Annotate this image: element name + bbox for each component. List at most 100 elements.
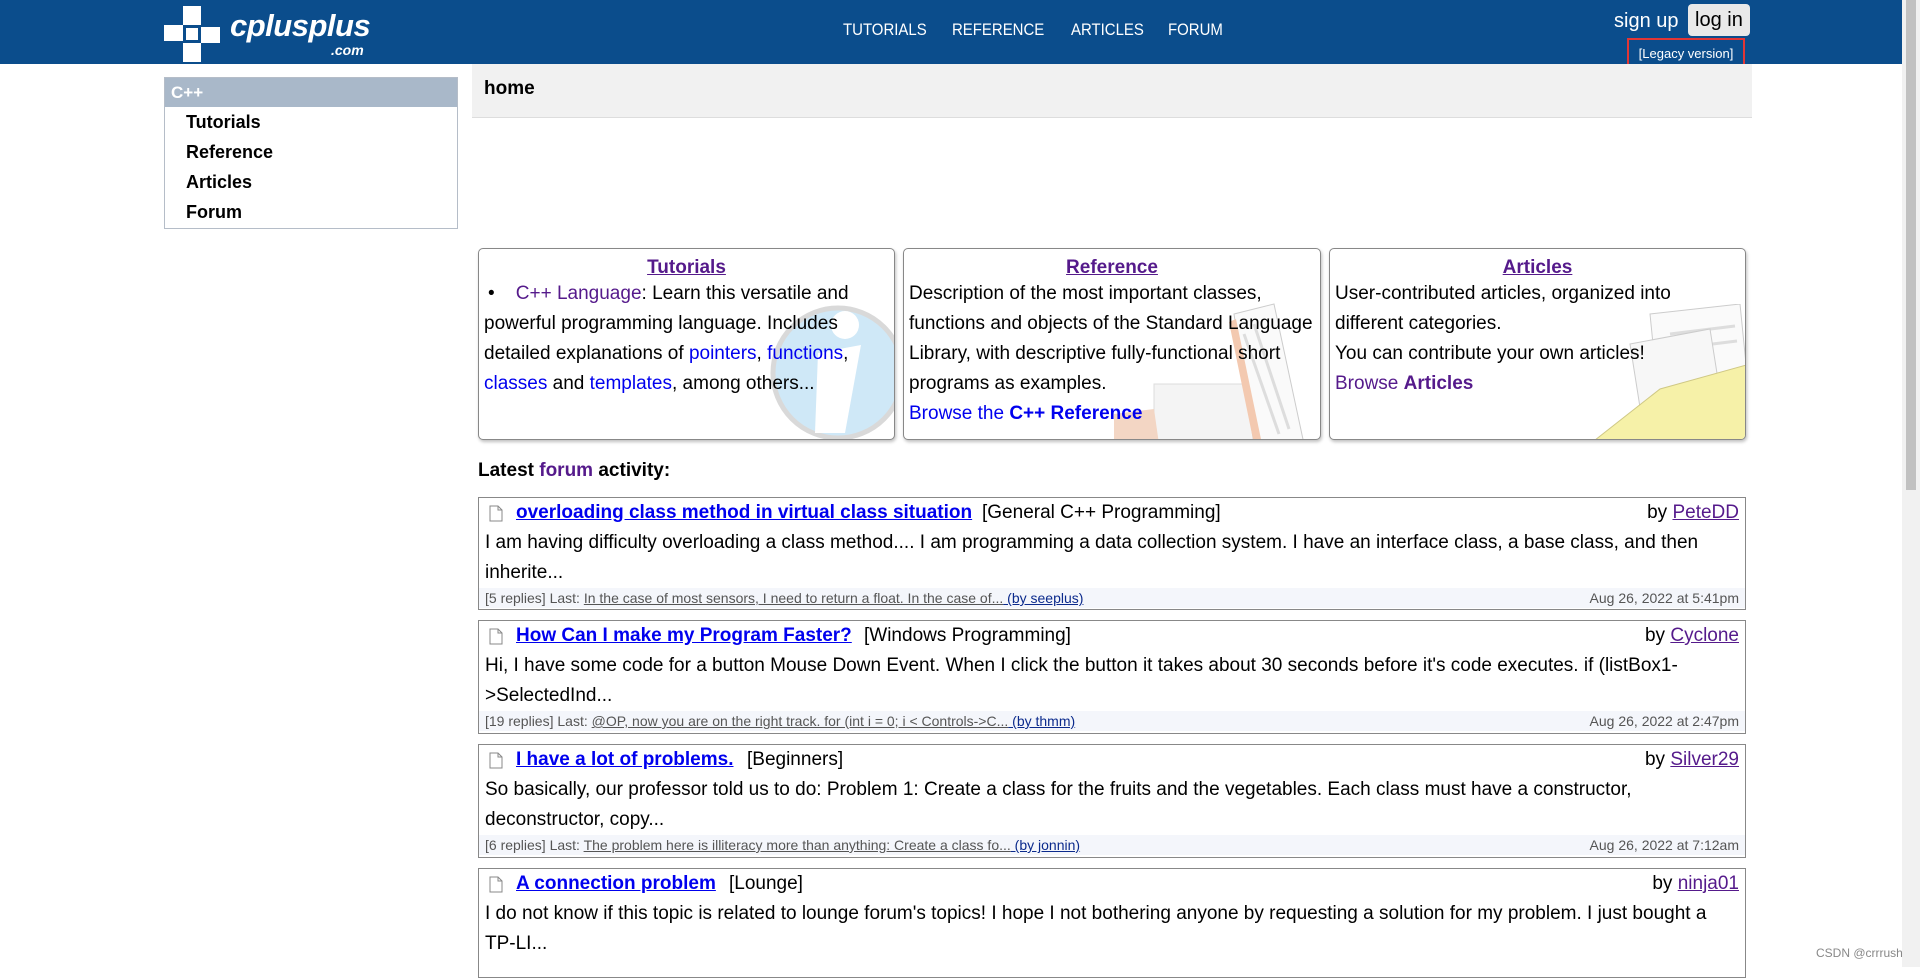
forum-post: overloading class method in virtual clas… bbox=[478, 497, 1746, 610]
page-title: home bbox=[484, 78, 535, 99]
classes-link[interactable]: classes bbox=[484, 373, 547, 394]
document-icon bbox=[489, 876, 503, 893]
last-reply-link[interactable]: The problem here is illiteracy more than… bbox=[584, 837, 1011, 853]
author-link[interactable]: ninja01 bbox=[1678, 873, 1739, 894]
functions-link[interactable]: functions bbox=[767, 343, 843, 364]
and-text: and bbox=[547, 373, 590, 394]
post-excerpt: So basically, our professor told us to d… bbox=[485, 779, 1632, 830]
document-icon bbox=[489, 628, 503, 645]
post-category: [General C++ Programming] bbox=[982, 502, 1221, 523]
author-link[interactable]: Silver29 bbox=[1670, 749, 1739, 770]
csdn-watermark: CSDN @crrrush bbox=[1816, 946, 1903, 960]
latest-forum-heading: Latest forum activity: bbox=[478, 460, 670, 482]
sign-up-link[interactable]: sign up bbox=[1614, 10, 1679, 33]
tutorials-card-body: • C++ Language: Learn this versatile and… bbox=[479, 279, 894, 399]
log-in-button[interactable]: log in bbox=[1688, 4, 1750, 36]
post-title-link[interactable]: A connection problem bbox=[516, 873, 716, 895]
sidebar-menu: C++ Tutorials Reference Articles Forum bbox=[164, 77, 458, 229]
tutorials-card-title[interactable]: Tutorials bbox=[479, 257, 894, 279]
post-author: by Cyclone bbox=[1645, 625, 1739, 647]
browse-articles-bold: Articles bbox=[1403, 373, 1474, 394]
sidebar-item-tutorials[interactable]: Tutorials bbox=[165, 107, 457, 137]
logo-text: cplusplus bbox=[230, 8, 371, 43]
reply-count: [6 replies] Last: bbox=[485, 837, 584, 853]
post-author: by PeteDD bbox=[1647, 502, 1739, 524]
reference-description: Description of the most important classe… bbox=[909, 283, 1313, 394]
post-footer: [5 replies] Last: In the case of most se… bbox=[479, 588, 1745, 608]
browse-reference-bold: C++ Reference bbox=[1009, 403, 1143, 424]
main-nav: TUTORIALS REFERENCE ARTICLES FORUM bbox=[843, 20, 1223, 40]
by-label: by bbox=[1644, 625, 1671, 646]
forum-link[interactable]: forum bbox=[539, 460, 593, 481]
post-author: by Silver29 bbox=[1645, 749, 1739, 771]
by-label: by bbox=[1644, 749, 1671, 770]
reference-card-title[interactable]: Reference bbox=[904, 257, 1320, 279]
browse-articles-link[interactable]: Browse Articles bbox=[1335, 373, 1473, 394]
post-footer: [6 replies] Last: The problem here is il… bbox=[479, 835, 1745, 855]
articles-description: User-contributed articles, organized int… bbox=[1335, 283, 1671, 334]
tutorials-end-text: , among others... bbox=[672, 373, 815, 394]
author-link[interactable]: PeteDD bbox=[1672, 502, 1739, 523]
last-reply-link[interactable]: In the case of most sensors, I need to r… bbox=[584, 590, 1003, 606]
post-excerpt: I do not know if this topic is related t… bbox=[485, 903, 1707, 954]
post-category: [Lounge] bbox=[729, 873, 803, 894]
sidebar-heading[interactable]: C++ bbox=[165, 78, 457, 107]
articles-card-body: User-contributed articles, organized int… bbox=[1330, 279, 1745, 399]
reply-count: [5 replies] Last: bbox=[485, 590, 584, 606]
author-link[interactable]: Cyclone bbox=[1670, 625, 1739, 646]
reply-count: [19 replies] Last: bbox=[485, 713, 592, 729]
cross-logo-icon bbox=[164, 6, 220, 62]
last-reply-user[interactable]: (by thmm) bbox=[1008, 713, 1075, 729]
page-title-bar: home bbox=[472, 64, 1752, 118]
reference-card-body: Description of the most important classe… bbox=[904, 279, 1320, 429]
articles-contribute: You can contribute your own articles! bbox=[1335, 343, 1645, 364]
cpp-language-link[interactable]: C++ Language bbox=[516, 283, 642, 304]
browse-reference-prefix: Browse the bbox=[909, 403, 1010, 424]
bullet: • bbox=[488, 283, 516, 304]
last-reply-link[interactable]: @OP, now you are on the right track. for… bbox=[592, 713, 1009, 729]
browse-articles-prefix: Browse bbox=[1335, 373, 1404, 394]
post-title-link[interactable]: overloading class method in virtual clas… bbox=[516, 502, 972, 524]
scrollbar-thumb[interactable] bbox=[1906, 0, 1916, 490]
sidebar-item-articles[interactable]: Articles bbox=[165, 167, 457, 197]
post-category: [Beginners] bbox=[747, 749, 844, 770]
post-date: Aug 26, 2022 at 7:12am bbox=[1589, 837, 1739, 853]
sidebar-item-reference[interactable]: Reference bbox=[165, 137, 457, 167]
nav-forum[interactable]: FORUM bbox=[1168, 20, 1223, 40]
post-excerpt: I am having difficulty overloading a cla… bbox=[485, 532, 1699, 583]
post-author: by ninja01 bbox=[1652, 873, 1739, 895]
document-icon bbox=[489, 752, 503, 769]
separator: , bbox=[756, 343, 768, 364]
forum-post: A connection problem [Lounge] by ninja01… bbox=[478, 868, 1746, 978]
post-excerpt: Hi, I have some code for a button Mouse … bbox=[485, 655, 1678, 706]
reference-card: Reference Description of the most import… bbox=[903, 248, 1321, 440]
latest-prefix: Latest bbox=[478, 460, 540, 481]
forum-post: How Can I make my Program Faster? [Windo… bbox=[478, 620, 1746, 734]
templates-link[interactable]: templates bbox=[590, 373, 672, 394]
articles-card-title[interactable]: Articles bbox=[1330, 257, 1745, 279]
sidebar-item-forum[interactable]: Forum bbox=[165, 197, 457, 227]
pointers-link[interactable]: pointers bbox=[689, 343, 757, 364]
post-date: Aug 26, 2022 at 5:41pm bbox=[1589, 590, 1739, 606]
document-icon bbox=[489, 505, 503, 522]
latest-suffix: activity: bbox=[593, 460, 671, 481]
vertical-scrollbar[interactable] bbox=[1902, 0, 1920, 967]
nav-reference[interactable]: REFERENCE bbox=[952, 20, 1044, 40]
post-category: [Windows Programming] bbox=[864, 625, 1071, 646]
by-label: by bbox=[1652, 873, 1678, 894]
tutorials-card: Tutorials • C++ Language: Learn this ver… bbox=[478, 248, 895, 440]
last-reply-user[interactable]: (by seeplus) bbox=[1003, 590, 1083, 606]
separator: , bbox=[843, 343, 849, 364]
by-label: by bbox=[1647, 502, 1673, 523]
articles-card: Articles User-contributed articles, orga… bbox=[1329, 248, 1746, 440]
last-reply-user[interactable]: (by jonnin) bbox=[1011, 837, 1080, 853]
forum-post: I have a lot of problems. [Beginners] by… bbox=[478, 744, 1746, 858]
nav-articles[interactable]: ARTICLES bbox=[1071, 20, 1144, 40]
post-title-link[interactable]: I have a lot of problems. bbox=[516, 749, 734, 771]
logo-subtext: .com bbox=[331, 42, 364, 58]
post-title-link[interactable]: How Can I make my Program Faster? bbox=[516, 625, 852, 647]
browse-reference-link[interactable]: Browse the C++ Reference bbox=[909, 403, 1142, 424]
post-date: Aug 26, 2022 at 2:47pm bbox=[1589, 713, 1739, 729]
site-logo[interactable]: cplusplus .com bbox=[164, 4, 394, 62]
nav-tutorials[interactable]: TUTORIALS bbox=[843, 20, 927, 40]
